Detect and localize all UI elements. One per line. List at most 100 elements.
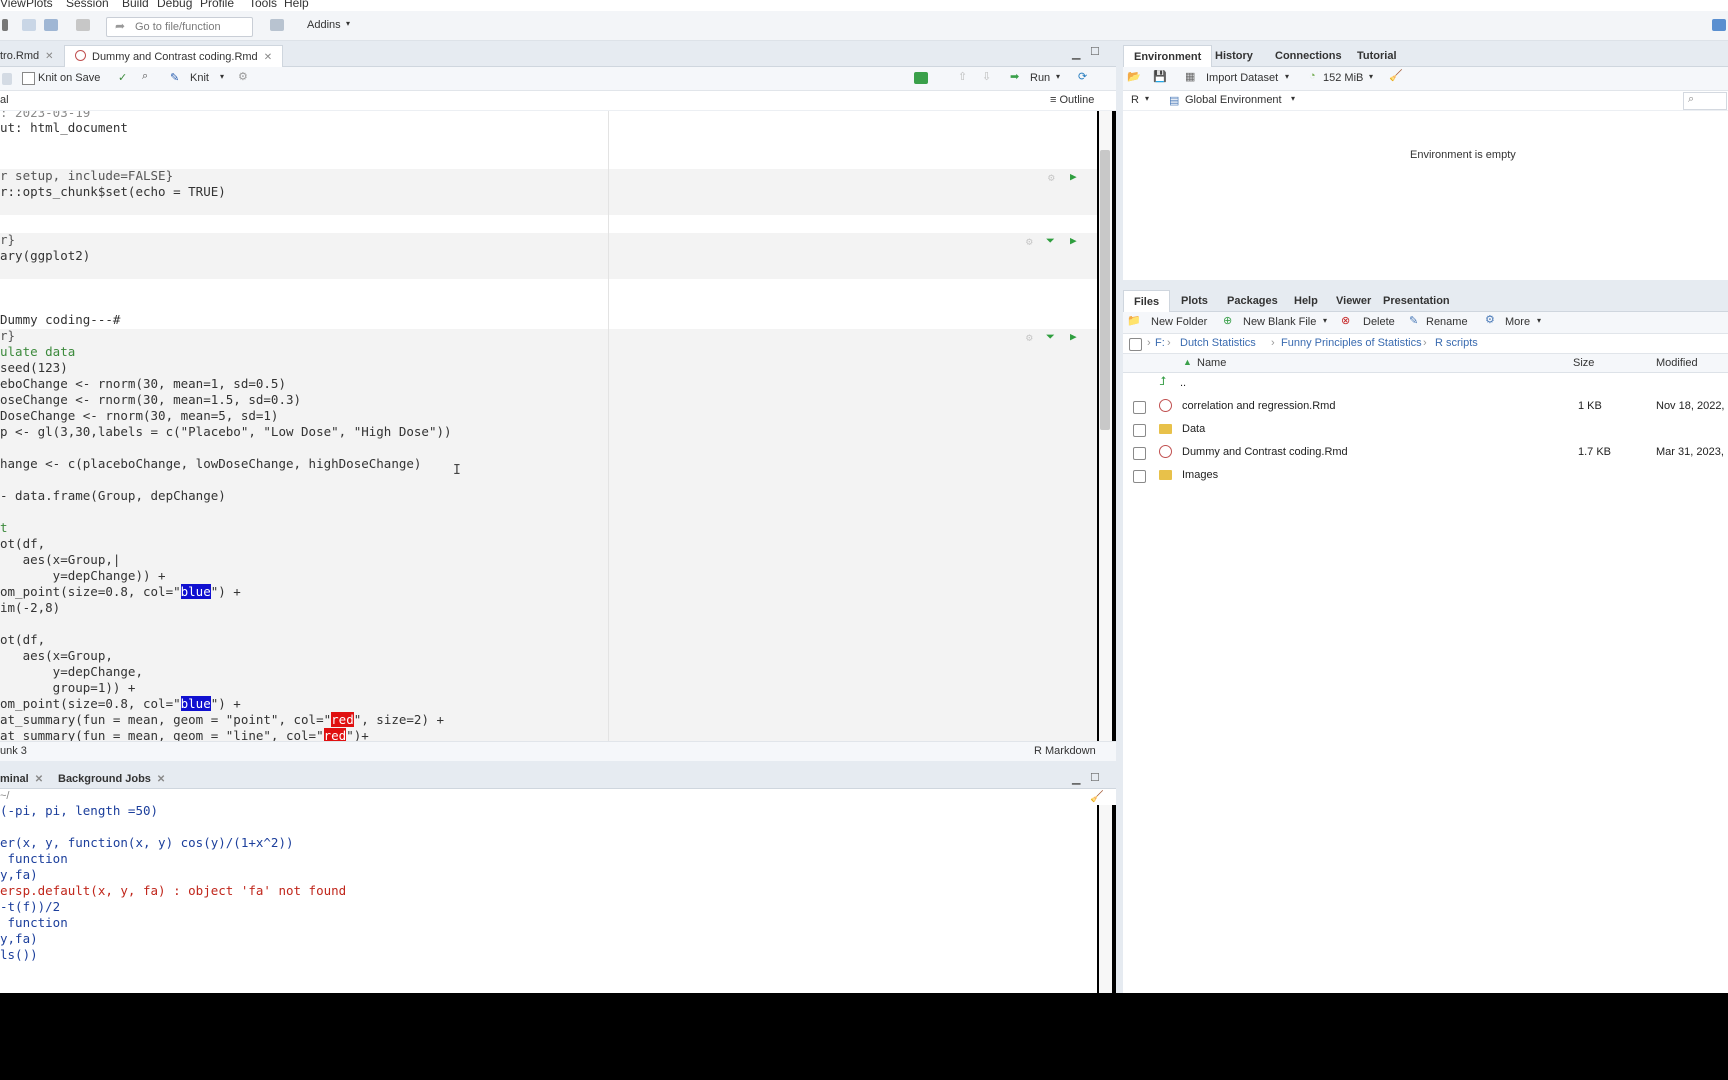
project-icon[interactable] [1712,19,1726,31]
menu-view[interactable]: View [0,0,26,10]
minimize-icon[interactable]: ▁ [1072,47,1080,60]
pane-splitter[interactable] [1116,41,1123,993]
row-checkbox[interactable] [1133,447,1146,460]
folder-name[interactable]: Images [1182,469,1218,481]
run-above-icon[interactable]: ⏷ [1046,234,1055,248]
chevron-down-icon[interactable]: ▾ [1323,316,1327,325]
chevron-down-icon[interactable]: ▾ [1056,72,1060,81]
list-item[interactable]: Images [1123,465,1728,488]
tab-history[interactable]: History [1205,45,1263,67]
delete-button[interactable]: Delete [1363,316,1395,328]
close-icon[interactable]: ✕ [264,52,272,63]
tab-background-jobs[interactable]: Background Jobs ✕ [48,769,175,789]
close-icon[interactable]: ✕ [157,774,165,785]
menu-profile[interactable]: Profile [200,0,234,10]
tab-terminal[interactable]: minal ✕ [0,769,53,789]
chunk-settings-icon[interactable]: ⚙ [1048,171,1055,184]
menu-plots[interactable]: Plots [26,0,53,10]
up-arrow-icon[interactable]: ⇧ [958,70,967,83]
row-checkbox[interactable] [1133,470,1146,483]
addins-menu[interactable]: Addins [307,19,341,31]
close-icon[interactable]: ✕ [45,51,53,62]
language-selector[interactable]: R [1131,94,1139,106]
chevron-down-icon[interactable]: ▾ [1285,72,1289,81]
menu-help[interactable]: Help [284,0,309,10]
column-name[interactable]: Name [1197,357,1226,369]
close-icon[interactable]: ✕ [35,774,43,785]
maximize-icon[interactable]: ☐ [1090,45,1100,58]
console-output[interactable]: (-pi, pi, length =50) er(x, y, function(… [0,805,1097,993]
file-type-selector[interactable]: R Markdown [1034,745,1096,757]
chevron-down-icon[interactable]: ▾ [220,72,224,81]
row-checkbox[interactable] [1133,401,1146,414]
tab-tutorial[interactable]: Tutorial [1347,45,1407,67]
tab-plots[interactable]: Plots [1171,290,1218,312]
run-button[interactable]: Run [1030,72,1050,84]
breadcrumb-drive[interactable]: F: [1155,337,1165,349]
dropdown-arrow-icon[interactable] [2,19,8,31]
save-icon[interactable]: 💾 [1153,70,1167,83]
minimize-icon[interactable]: ▁ [1072,772,1080,785]
new-folder-icon[interactable]: 📁 [1127,314,1141,327]
new-blank-file-button[interactable]: New Blank File [1243,316,1316,328]
clear-console-icon[interactable]: 🧹 [1090,790,1104,803]
new-folder-button[interactable]: New Folder [1151,316,1207,328]
select-all-checkbox[interactable] [1129,338,1142,351]
run-chunk-icon[interactable]: ▶ [1070,170,1077,183]
open-folder-icon[interactable]: 📂 [1127,70,1141,83]
chevron-down-icon[interactable]: ▾ [1537,316,1541,325]
down-arrow-icon[interactable]: ⇩ [982,70,991,83]
editor-scrollbar-thumb[interactable] [1100,150,1110,430]
breadcrumb-r-scripts[interactable]: R scripts [1435,337,1478,349]
goto-file-input[interactable]: ➦ Go to file/function [106,17,253,37]
import-icon[interactable]: ▦ [1185,70,1195,83]
import-dataset-button[interactable]: Import Dataset [1206,72,1278,84]
knit-on-save-checkbox[interactable] [22,72,35,85]
knit-button[interactable]: Knit [190,72,209,84]
broom-icon[interactable]: 🧹 [1389,69,1403,82]
tab-dummy-contrast[interactable]: Dummy and Contrast coding.Rmd ✕ [64,45,284,68]
rename-icon[interactable]: ✎ [1409,314,1418,327]
insert-chunk-icon[interactable] [914,72,928,84]
column-modified[interactable]: Modified [1656,357,1698,369]
list-item[interactable]: Dummy and Contrast coding.Rmd 1.7 KB Mar… [1123,442,1728,465]
delete-icon[interactable]: ⊗ [1341,314,1350,327]
parent-dir-link[interactable]: .. [1180,377,1186,389]
console-scrollbar[interactable] [1099,805,1112,993]
chunk-settings-icon[interactable]: ⚙ [1026,331,1033,344]
rename-button[interactable]: Rename [1426,316,1468,328]
gear-icon[interactable]: ⚙ [1485,313,1495,326]
breadcrumb-dutch-statistics[interactable]: Dutch Statistics [1180,337,1256,349]
tab-presentation[interactable]: Presentation [1373,290,1460,312]
grid-icon[interactable] [270,19,284,31]
more-button[interactable]: More [1505,316,1530,328]
column-size[interactable]: Size [1573,357,1594,369]
file-name[interactable]: Dummy and Contrast coding.Rmd [1182,446,1348,458]
tab-connections[interactable]: Connections [1265,45,1352,67]
gear-icon[interactable]: ⚙ [238,70,248,83]
spellcheck-icon[interactable]: ✓ [118,71,127,84]
chunk-indicator[interactable]: unk 3 [0,745,27,757]
chunk-settings-icon[interactable]: ⚙ [1026,235,1033,248]
run-chunk-icon[interactable]: ▶ [1070,234,1077,247]
list-item[interactable]: Data [1123,419,1728,442]
folder-name[interactable]: Data [1182,423,1205,435]
tab-environment[interactable]: Environment [1123,45,1213,68]
tab-packages[interactable]: Packages [1217,290,1288,312]
menu-build[interactable]: Build [122,0,149,10]
knit-icon[interactable]: ✎ [170,71,179,84]
maximize-icon[interactable]: ☐ [1090,771,1100,784]
save-icon[interactable] [22,19,36,31]
rerun-icon[interactable]: ⟳ [1078,70,1087,83]
print-icon[interactable] [76,19,90,31]
scope-selector[interactable]: Global Environment [1185,94,1282,106]
menu-tools[interactable]: Tools [249,0,277,10]
save-all-icon[interactable] [44,19,58,31]
chevron-down-icon[interactable]: ▾ [1145,94,1149,103]
chevron-down-icon[interactable]: ▾ [1291,94,1295,103]
code-editor[interactable]: : 2023-03-19 ut: html_document r setup, … [0,111,1097,741]
pane-splitter[interactable] [1123,280,1728,288]
run-chunk-icon[interactable]: ▶ [1070,330,1077,343]
list-item-parent[interactable]: ⮥ .. [1123,373,1728,396]
tab-intro[interactable]: tro.Rmd ✕ [0,45,64,67]
